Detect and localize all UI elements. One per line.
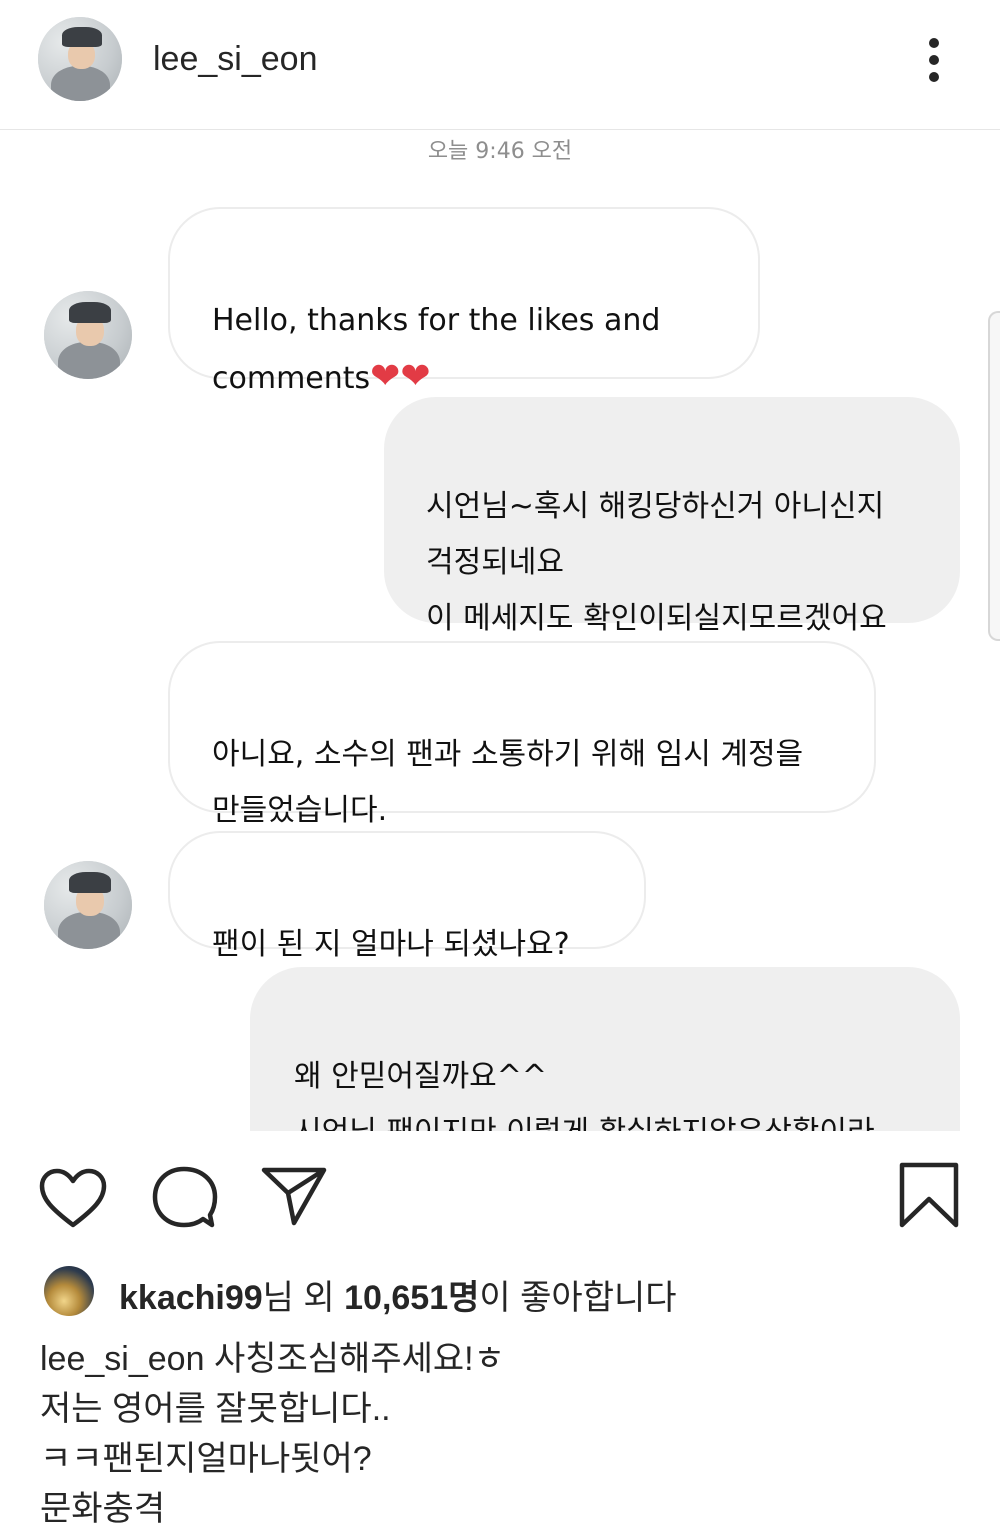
heart-icon[interactable] (38, 1167, 108, 1229)
chat-timestamp: 오늘 9:46 오전 (427, 139, 573, 164)
liker-avatar[interactable] (44, 1266, 94, 1316)
post-caption: lee_si_eon 사칭조심해주세요!ㅎ 저는 영어를 잘못합니다.. ㅋㅋ팬… (40, 1334, 980, 1534)
message-bubble-incoming: Hello, thanks for the likes and comments… (168, 207, 760, 397)
bookmark-icon[interactable] (898, 1161, 960, 1229)
profile-avatar[interactable] (38, 17, 122, 101)
message-text: Hello, thanks for the likes and comments (212, 303, 661, 396)
likes-suffix: 님 외 (262, 1279, 345, 1317)
likes-summary[interactable]: kkachi99님 외 10,651명이 좋아합니다 (119, 1270, 677, 1319)
message-text: 시언님~혹시 해킹당하신거 아니신지 걱정되네요 이 메세지도 확인이되실지모르… (426, 489, 887, 636)
message-bubble-incoming: 팬이 된 지 얼마나 되셨나요? (168, 831, 646, 962)
header-username[interactable]: lee_si_eon (153, 40, 317, 79)
chat-avatar (44, 291, 132, 379)
message-text: 아니요, 소수의 팬과 소통하기 위해 임시 계정을 만들었습니다. (212, 737, 804, 828)
scroll-indicator (988, 311, 1000, 641)
liker-username[interactable]: kkachi99 (119, 1279, 263, 1317)
comment-icon[interactable] (152, 1165, 218, 1231)
message-bubble-outgoing: 왜 안믿어질까요^^ 시언님 팬이지만 이렇게 확실하지않은상황이라 소통을 거… (250, 967, 960, 1131)
likes-suffix-2: 이 좋아합니다 (479, 1279, 677, 1317)
caption-line: 사칭조심해주세요!ㅎ (213, 1340, 505, 1378)
likes-row[interactable]: kkachi99님 외 10,651명이 좋아합니다 (0, 1262, 1000, 1318)
chat-avatar (44, 861, 132, 949)
caption-line: ㅋㅋ팬된지얼마나됫어? (40, 1440, 372, 1478)
caption-line: 문화충격 (40, 1490, 166, 1528)
likes-count[interactable]: 10,651명 (344, 1279, 479, 1317)
more-vertical-icon[interactable] (926, 36, 942, 84)
action-bar (0, 1131, 1000, 1251)
message-text: 팬이 된 지 얼마나 되셨나요? (212, 927, 570, 962)
post-header: lee_si_eon (0, 0, 1000, 130)
post-image-chat[interactable]: 오늘 9:46 오전 Hello, thanks for the likes a… (0, 131, 1000, 1131)
send-icon[interactable] (260, 1165, 328, 1227)
caption-line: 저는 영어를 잘못합니다.. (40, 1390, 391, 1428)
heart-emoji: ❤❤ (370, 356, 431, 397)
message-text: 왜 안믿어질까요^^ 시언님 팬이지만 이렇게 확실하지않은상황이라 소통을 거… (294, 1059, 875, 1131)
message-bubble-outgoing: 시언님~혹시 해킹당하신거 아니신지 걱정되네요 이 메세지도 확인이되실지모르… (384, 397, 960, 636)
caption-username[interactable]: lee_si_eon (40, 1340, 204, 1378)
message-bubble-incoming: 아니요, 소수의 팬과 소통하기 위해 임시 계정을 만들었습니다. (168, 641, 876, 828)
